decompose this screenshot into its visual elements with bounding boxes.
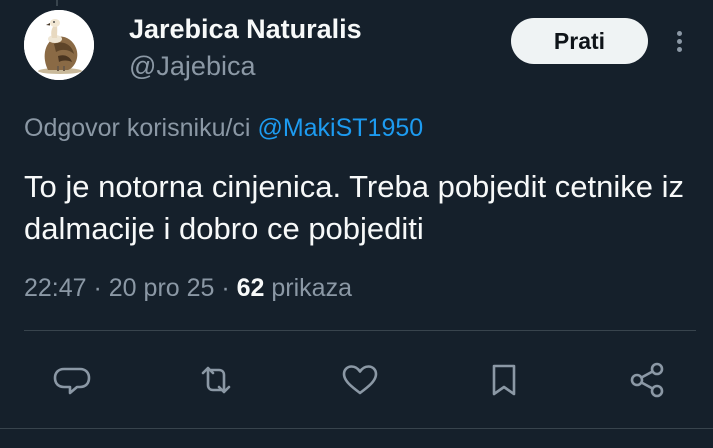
reply-icon[interactable] bbox=[50, 358, 94, 402]
divider bbox=[24, 330, 696, 331]
share-icon[interactable] bbox=[626, 358, 670, 402]
reply-mention-link[interactable]: @MakiST1950 bbox=[257, 114, 423, 142]
tweet-date[interactable]: 20 pro 25 bbox=[109, 274, 215, 302]
retweet-icon[interactable] bbox=[194, 358, 238, 402]
tweet-text: To je notorna cinjenica. Treba pobjedit … bbox=[24, 169, 685, 246]
vulture-avatar-image bbox=[24, 10, 94, 80]
like-icon[interactable] bbox=[338, 358, 382, 402]
bookmark-icon[interactable] bbox=[482, 358, 526, 402]
avatar[interactable] bbox=[24, 10, 94, 80]
author-handle[interactable]: @Jajebica bbox=[129, 51, 255, 81]
tweet-metadata: 22:47 · 20 pro 25 · 62 prikaza bbox=[24, 273, 352, 303]
views-label: prikaza bbox=[264, 274, 352, 302]
tweet-time[interactable]: 22:47 bbox=[24, 274, 87, 302]
tweet-detail-view: Jarebica Naturalis @Jajebica Prati Odgov… bbox=[0, 0, 713, 448]
reply-context: Odgovor korisniku/ci @MakiST1950 bbox=[24, 113, 423, 143]
meta-separator: · bbox=[86, 274, 109, 302]
reply-prefix: Odgovor korisniku/ci bbox=[24, 114, 258, 142]
thread-connector-line bbox=[56, 0, 58, 6]
meta-separator: · bbox=[214, 274, 237, 302]
bottom-divider bbox=[0, 428, 713, 429]
more-vertical-icon[interactable] bbox=[666, 26, 694, 56]
follow-button[interactable]: Prati bbox=[511, 18, 648, 64]
views-count: 62 bbox=[236, 274, 265, 302]
author-name[interactable]: Jarebica Naturalis bbox=[129, 14, 362, 44]
